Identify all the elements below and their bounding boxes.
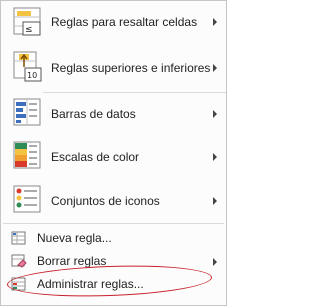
icon-sets-icon: [13, 185, 43, 215]
menu-item-color-scales[interactable]: Escalas de color: [1, 137, 226, 175]
separator: [3, 223, 224, 224]
submenu-arrow-icon: [213, 18, 217, 26]
menu-item-label: Barras de datos: [51, 107, 136, 121]
submenu-arrow-icon: [213, 153, 217, 161]
new-rule-icon: [11, 230, 27, 246]
menu-item-label: Escalas de color: [51, 150, 140, 164]
highlight-rules-icon: ≤: [13, 7, 43, 37]
data-bars-icon: [13, 98, 43, 128]
menu-item-data-bars[interactable]: Barras de datos: [1, 94, 226, 132]
separator: [43, 92, 226, 93]
submenu-arrow-icon: [213, 64, 217, 72]
menu-item-top-bottom-rules[interactable]: 10 Reglas superiores e inferiores: [1, 46, 226, 88]
menu-item-label: Reglas superiores e inferiores: [51, 61, 211, 75]
menu-item-icon-sets[interactable]: Conjuntos de iconos: [1, 181, 226, 219]
svg-text:10: 10: [27, 71, 37, 80]
menu-item-label: Conjuntos de iconos: [51, 194, 160, 208]
menu-item-label: Reglas para resaltar celdas: [51, 15, 198, 29]
clear-rules-icon: [11, 253, 27, 269]
submenu-arrow-icon: [213, 258, 217, 266]
menu-item-highlight-rules[interactable]: ≤ Reglas para resaltar celdas: [1, 3, 226, 41]
top-bottom-rules-icon: 10: [13, 51, 43, 82]
color-scales-icon: [13, 141, 43, 171]
submenu-arrow-icon: [213, 197, 217, 205]
submenu-arrow-icon: [213, 110, 217, 118]
menu-item-new-rule[interactable]: Nueva regla...: [1, 227, 226, 249]
conditional-formatting-menu: ≤ Reglas para resaltar celdas 10 Reglas …: [0, 0, 227, 306]
svg-text:≤: ≤: [25, 25, 33, 35]
menu-item-label: Nueva regla...: [37, 231, 112, 245]
